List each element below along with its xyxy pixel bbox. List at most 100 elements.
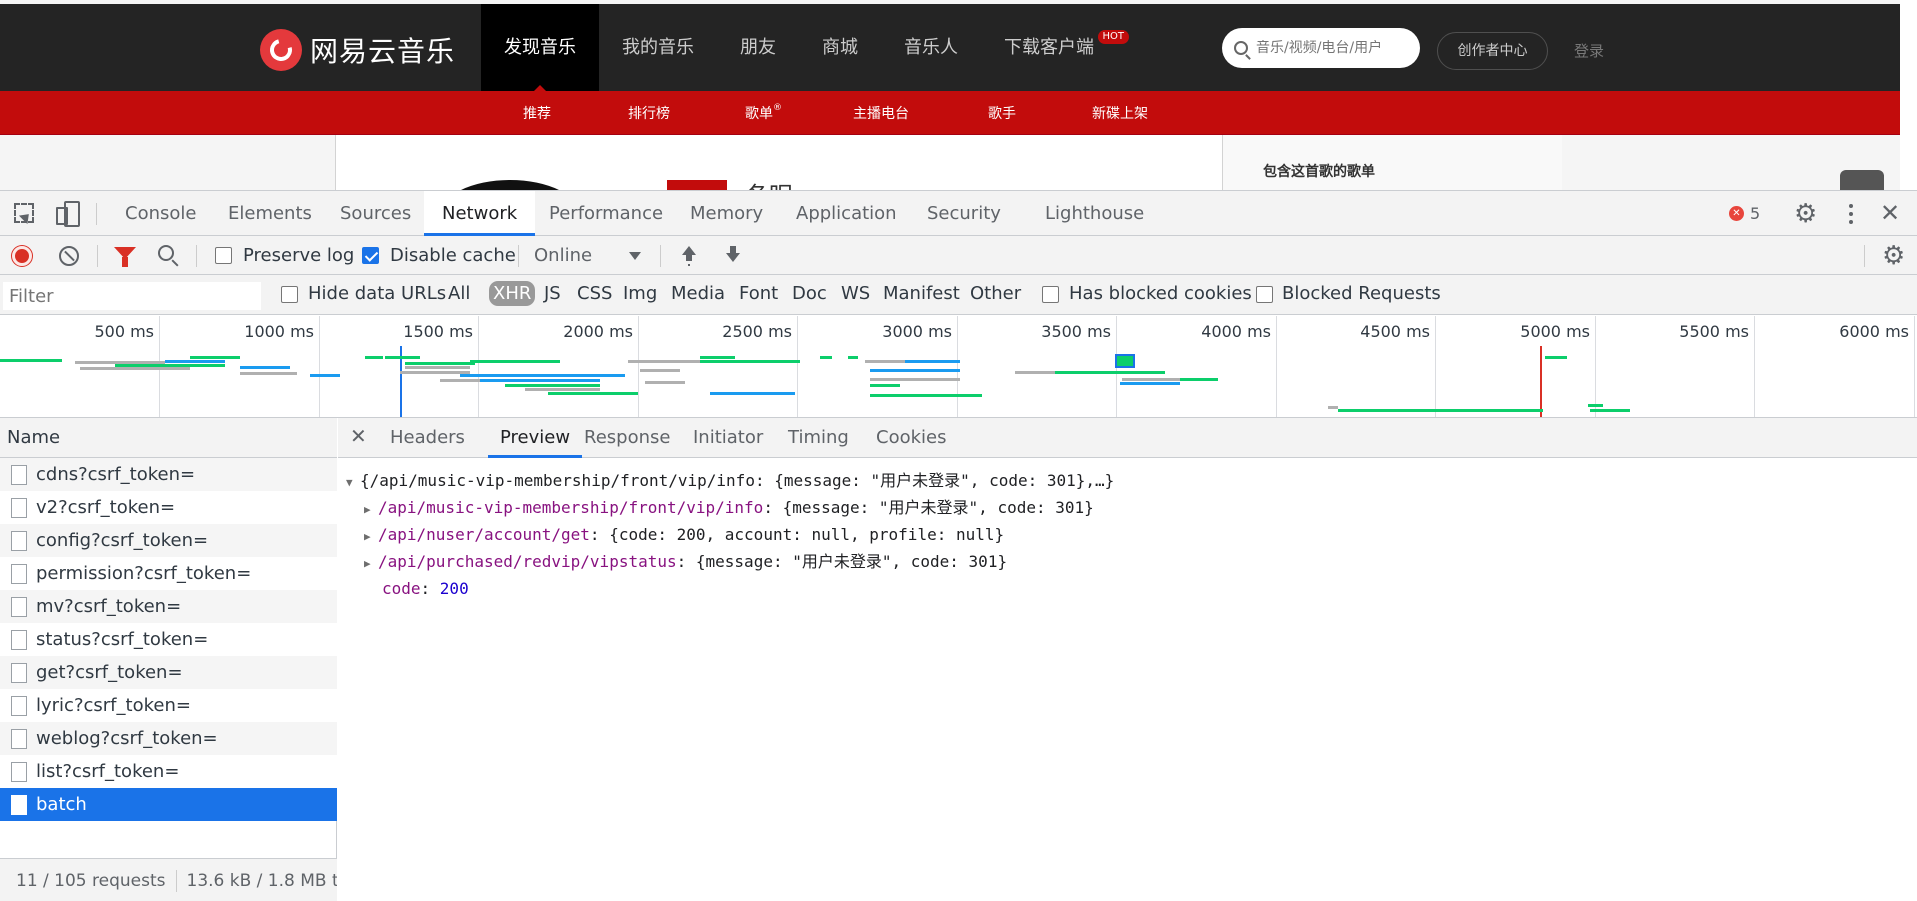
tab-application[interactable]: Application (796, 191, 897, 236)
request-row[interactable]: status?csrf_token= (0, 623, 337, 656)
hide-data-urls-checkbox[interactable] (281, 286, 298, 303)
type-media[interactable]: Media (671, 283, 725, 304)
network-overview-timeline[interactable]: 500 ms 1000 ms 1500 ms 2000 ms 2500 ms 3000 m… (0, 316, 1917, 418)
preview-root-row[interactable]: ▼ {/api/music-vip-membership/front/vip/in… (346, 468, 1114, 495)
back-to-top-button[interactable] (1840, 170, 1884, 190)
close-devtools-icon[interactable]: ✕ (1880, 199, 1900, 227)
expand-right-icon[interactable]: ▶ (364, 497, 378, 522)
nav-download[interactable]: 下载客户端 HOT (981, 4, 1129, 91)
chevron-down-icon[interactable] (629, 252, 641, 260)
request-row[interactable]: list?csrf_token= (0, 755, 337, 788)
type-ws[interactable]: WS (841, 283, 870, 304)
nav-musician[interactable]: 音乐人 (881, 4, 981, 91)
timeline-gridline (1754, 316, 1755, 417)
subnav-radio[interactable]: 主播电台 (853, 103, 909, 123)
type-all[interactable]: All (448, 283, 470, 304)
close-detail-icon[interactable]: ✕ (350, 424, 367, 448)
preview-entry-row[interactable]: ▶/api/purchased/redvip/vipstatus: {messa… (346, 549, 1114, 576)
request-name: weblog?csrf_token= (36, 728, 218, 749)
nav-download-label: 下载客户端 (1004, 37, 1094, 58)
has-blocked-cookies-checkbox[interactable] (1042, 286, 1059, 303)
tab-initiator[interactable]: Initiator (693, 418, 763, 458)
site-sidebar: 包含这首歌的歌单 (1222, 135, 1562, 190)
error-counter[interactable]: ✕ 5 (1729, 204, 1760, 223)
request-row[interactable]: config?csrf_token= (0, 524, 337, 557)
preview-entry-row[interactable]: ▶/api/nuser/account/get: {code: 200, acc… (346, 522, 1114, 549)
tab-headers[interactable]: Headers (390, 418, 465, 458)
creator-center-button[interactable]: 创作者中心 (1437, 32, 1548, 70)
type-xhr[interactable]: XHR (489, 281, 536, 306)
inspect-element-icon[interactable] (12, 201, 36, 225)
timeline-tick-label: 2000 ms (563, 322, 633, 341)
overview-selection[interactable] (1115, 354, 1135, 368)
subnav-playlists[interactable]: 歌单® (745, 103, 782, 123)
device-toolbar-icon[interactable] (54, 201, 80, 227)
network-settings-gear-icon[interactable] (1882, 241, 1905, 271)
tab-preview[interactable]: Preview (488, 418, 583, 458)
request-row[interactable]: weblog?csrf_token= (0, 722, 337, 755)
document-icon (11, 663, 27, 683)
tab-sources[interactable]: Sources (340, 191, 411, 236)
nav-store[interactable]: 商城 (799, 4, 881, 91)
site-search-input[interactable] (1256, 40, 1406, 56)
record-icon[interactable] (12, 246, 32, 266)
type-manifest[interactable]: Manifest (883, 283, 960, 304)
site-search-box[interactable] (1222, 28, 1420, 68)
tab-console[interactable]: Console (125, 191, 196, 236)
tab-memory[interactable]: Memory (690, 191, 763, 236)
type-css[interactable]: CSS (577, 283, 612, 304)
more-options-icon[interactable] (1848, 202, 1854, 226)
name-column-header[interactable]: Name (0, 418, 337, 458)
waterfall-bar (505, 384, 600, 387)
type-font[interactable]: Font (739, 283, 778, 304)
filter-icon[interactable] (114, 247, 136, 267)
request-row[interactable]: get?csrf_token= (0, 656, 337, 689)
request-row[interactable]: lyric?csrf_token= (0, 689, 337, 722)
nav-my-music[interactable]: 我的音乐 (599, 4, 717, 91)
search-icon[interactable] (158, 245, 174, 261)
disable-cache-checkbox[interactable] (362, 247, 379, 264)
tab-performance[interactable]: Performance (549, 191, 663, 236)
waterfall-bar (240, 366, 290, 369)
nav-discover[interactable]: 发现音乐 (481, 4, 599, 91)
request-row[interactable]: permission?csrf_token= (0, 557, 337, 590)
expand-down-icon[interactable]: ▼ (346, 470, 360, 495)
subnav-charts[interactable]: 排行榜 (628, 103, 670, 123)
timeline-gridline (1914, 316, 1915, 417)
request-row[interactable]: cdns?csrf_token= (0, 458, 337, 491)
export-har-icon[interactable] (724, 246, 742, 266)
expand-right-icon[interactable]: ▶ (364, 524, 378, 549)
throttling-select[interactable]: Online (534, 245, 592, 266)
subnav-artists[interactable]: 歌手 (988, 103, 1016, 123)
request-row[interactable]: v2?csrf_token= (0, 491, 337, 524)
type-img[interactable]: Img (623, 283, 657, 304)
type-doc[interactable]: Doc (792, 283, 827, 304)
clear-icon[interactable] (59, 246, 79, 266)
import-har-icon[interactable] (680, 246, 698, 266)
subnav-recommend[interactable]: 推荐 (523, 103, 551, 123)
login-link[interactable]: 登录 (1574, 40, 1604, 61)
entry-key: /api/purchased/redvip/vipstatus (378, 552, 677, 571)
request-row[interactable]: mv?csrf_token= (0, 590, 337, 623)
tab-security[interactable]: Security (927, 191, 1001, 236)
tab-timing[interactable]: Timing (788, 418, 849, 458)
tab-elements[interactable]: Elements (228, 191, 312, 236)
tab-cookies[interactable]: Cookies (876, 418, 946, 458)
preview-entry-row[interactable]: ▶/api/music-vip-membership/front/vip/inf… (346, 495, 1114, 522)
subnav-new-albums[interactable]: 新碟上架 (1092, 103, 1148, 123)
preserve-log-checkbox[interactable] (215, 247, 232, 264)
expand-right-icon[interactable]: ▶ (364, 551, 378, 576)
tab-response[interactable]: Response (584, 418, 670, 458)
tab-lighthouse[interactable]: Lighthouse (1045, 191, 1144, 236)
load-event-line (1540, 346, 1542, 417)
request-row-selected[interactable]: batch (0, 788, 337, 821)
filter-input[interactable] (3, 282, 261, 310)
network-summary-bar: 11 / 105 requests 13.6 kB / 1.8 MB t (0, 858, 337, 901)
site-logo[interactable]: 网易云音乐 (260, 29, 455, 71)
blocked-requests-checkbox[interactable] (1256, 286, 1273, 303)
nav-friends[interactable]: 朋友 (717, 4, 799, 91)
tab-network[interactable]: Network (424, 191, 536, 236)
type-js[interactable]: JS (544, 283, 561, 304)
settings-gear-icon[interactable] (1794, 199, 1817, 229)
type-other[interactable]: Other (970, 283, 1021, 304)
